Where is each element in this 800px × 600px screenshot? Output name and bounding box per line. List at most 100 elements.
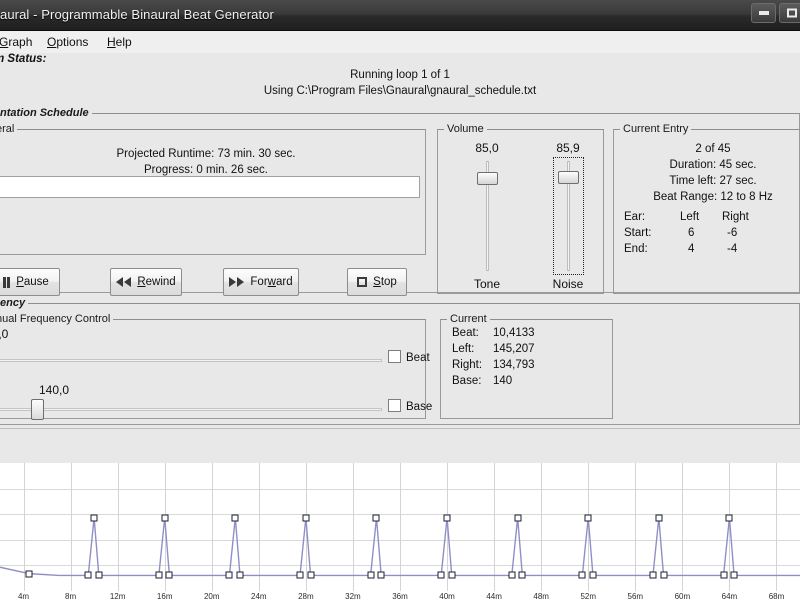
- tone-volume-label: Tone: [473, 277, 501, 291]
- graph-data-point[interactable]: [725, 514, 733, 522]
- current-left-label: Left:: [452, 343, 475, 355]
- graph-data-point[interactable]: [372, 514, 380, 522]
- graph-data-point[interactable]: [508, 571, 516, 579]
- graph-data-point[interactable]: [25, 570, 33, 578]
- rewind-button-label: Rewind: [137, 276, 176, 288]
- general-group-label: eral: [0, 123, 18, 135]
- graph-data-point[interactable]: [578, 571, 586, 579]
- panel-divider: [0, 428, 800, 429]
- noise-volume-value: 85,9: [556, 141, 580, 155]
- graph-data-point[interactable]: [236, 571, 244, 579]
- graph-data-point[interactable]: [730, 571, 738, 579]
- graph-data-point[interactable]: [95, 571, 103, 579]
- application-window: aural - Programmable Binaural Beat Gener…: [0, 0, 800, 600]
- base-slider-track[interactable]: [0, 408, 382, 411]
- volume-group-label: Volume: [444, 123, 487, 135]
- current-entry-start-right: -6: [727, 227, 738, 239]
- current-base-label: Base:: [452, 375, 482, 387]
- rewind-button[interactable]: Rewind: [110, 268, 182, 296]
- current-entry-end-left: 4: [688, 243, 695, 255]
- graph-data-point[interactable]: [443, 514, 451, 522]
- graph-x-tick-label: 20m: [203, 592, 220, 600]
- graph-data-point[interactable]: [155, 571, 163, 579]
- graph-data-point[interactable]: [225, 571, 233, 579]
- graph-data-point[interactable]: [437, 571, 445, 579]
- noise-volume-label: Noise: [552, 277, 584, 291]
- stop-button[interactable]: Stop: [347, 268, 407, 296]
- minimize-button[interactable]: [751, 3, 776, 23]
- graph-x-tick-label: 36m: [392, 592, 408, 600]
- graph-x-tick-label: 68m: [768, 592, 785, 600]
- manual-frequency-control-group: nual Frequency Control: [0, 313, 426, 419]
- graph-data-point[interactable]: [720, 571, 728, 579]
- menu-graph[interactable]: Graph: [0, 34, 35, 50]
- graph-data-point[interactable]: [231, 514, 239, 522]
- graph-series-line: [0, 517, 800, 577]
- base-slider-thumb[interactable]: [31, 399, 45, 420]
- graph-x-tick-label: 8m: [65, 592, 77, 600]
- current-right-value: 134,793: [493, 359, 535, 371]
- graph-x-tick-label: 40m: [439, 592, 455, 600]
- graph-data-point[interactable]: [84, 571, 92, 579]
- menu-options[interactable]: Options: [44, 34, 91, 50]
- current-entry-row-label-end: End:: [624, 243, 648, 255]
- graph-data-point[interactable]: [448, 571, 456, 579]
- current-entry-col-left: Left: [680, 211, 700, 223]
- status-line-file: Using C:\Program Files\Gnaural\gnaural_s…: [263, 85, 537, 97]
- graph-data-point[interactable]: [165, 571, 173, 579]
- presentation-schedule-label: ntation Schedule: [0, 107, 92, 119]
- current-entry-col-right: Right: [722, 211, 749, 223]
- noise-volume-thumb[interactable]: [558, 170, 579, 184]
- pause-button[interactable]: Pause: [0, 268, 60, 296]
- title-bar: aural - Programmable Binaural Beat Gener…: [0, 0, 800, 31]
- current-beat-label: Beat:: [452, 327, 479, 339]
- graph-x-tick-label: 52m: [580, 592, 597, 600]
- minimize-icon: [758, 11, 769, 15]
- frequency-group-label: ency: [0, 297, 29, 309]
- menu-bar: Graph Options Help: [0, 31, 800, 53]
- graph-data-point[interactable]: [589, 571, 597, 579]
- graph-x-tick-label: 16m: [156, 592, 173, 600]
- rewind-icon: [116, 277, 132, 287]
- menu-help[interactable]: Help: [104, 34, 135, 50]
- current-entry-row-label-ear: Ear:: [624, 211, 646, 223]
- graph-data-point[interactable]: [367, 571, 375, 579]
- graph-data-point[interactable]: [655, 514, 663, 522]
- beat-checkbox-label: Beat: [406, 352, 430, 364]
- beat-slider-track[interactable]: [0, 359, 382, 362]
- projected-runtime-text: Projected Runtime: 73 min. 30 sec.: [116, 148, 296, 160]
- maximize-button[interactable]: [779, 3, 800, 23]
- beat-schedule-graph[interactable]: [0, 463, 800, 591]
- graph-x-axis-labels: 4m 8m 12m 16m 20m 24m 28m 32m 36m 40m 44m 48m 52m 56m…: [0, 591, 800, 600]
- graph-data-point[interactable]: [514, 514, 522, 522]
- graph-x-tick-label: 4m: [17, 592, 30, 600]
- window-controls: [751, 3, 800, 23]
- graph-data-point[interactable]: [307, 571, 315, 579]
- forward-icon: [229, 277, 245, 287]
- beat-slider-value: 0,0: [0, 327, 9, 341]
- current-entry-end-right: -4: [727, 243, 738, 255]
- beat-checkbox[interactable]: [388, 350, 401, 363]
- graph-data-point[interactable]: [518, 571, 526, 579]
- current-beat-value: 10,4133: [493, 327, 535, 339]
- graph-data-point[interactable]: [302, 514, 310, 522]
- graph-data-point[interactable]: [584, 514, 592, 522]
- system-status-label: m Status:: [0, 53, 47, 65]
- graph-data-point[interactable]: [296, 571, 304, 579]
- graph-x-tick-label: 12m: [109, 592, 126, 600]
- graph-data-point[interactable]: [161, 514, 169, 522]
- graph-x-tick-label: 32m: [345, 592, 361, 600]
- current-left-value: 145,207: [493, 343, 535, 355]
- graph-data-point[interactable]: [649, 571, 657, 579]
- graph-x-tick-label: 56m: [627, 592, 644, 600]
- base-checkbox[interactable]: [388, 399, 401, 412]
- pause-button-label: Pause: [16, 276, 49, 288]
- stop-icon: [357, 277, 368, 287]
- forward-button[interactable]: Forward: [223, 268, 299, 296]
- current-entry-index: 2 of 45: [695, 143, 731, 155]
- tone-volume-thumb[interactable]: [477, 171, 498, 185]
- graph-data-point[interactable]: [660, 571, 668, 579]
- graph-data-point[interactable]: [90, 514, 98, 522]
- graph-x-tick-label: 60m: [674, 592, 691, 600]
- graph-data-point[interactable]: [377, 571, 385, 579]
